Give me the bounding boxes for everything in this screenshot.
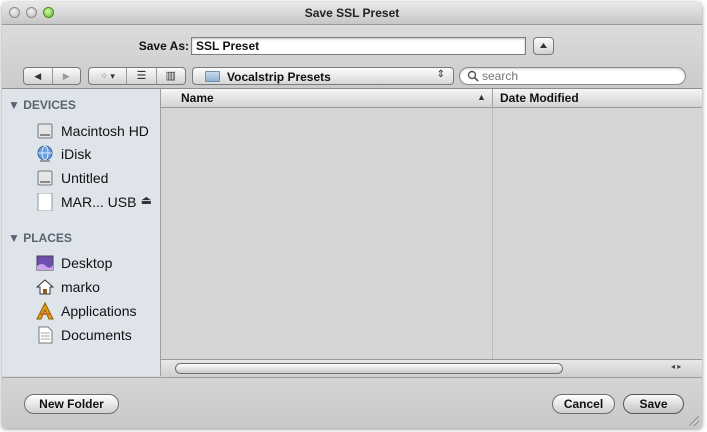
- file-browser[interactable]: Name ▲ Date Modified ◂ ▸: [161, 89, 702, 377]
- applications-icon: [36, 302, 54, 320]
- sidebar-item-label: MAR... USB: [61, 194, 137, 210]
- scrollbar-thumb[interactable]: [175, 363, 563, 374]
- eject-icon[interactable]: ⏏: [141, 193, 152, 207]
- sidebar-item-untitled[interactable]: Untitled: [36, 168, 160, 188]
- sidebar-item-macintosh-hd[interactable]: Macintosh HD: [36, 121, 160, 141]
- list-view-button[interactable]: ☰: [127, 68, 157, 84]
- search-icon: [467, 70, 479, 82]
- date-modified-column-header[interactable]: Date Modified: [500, 91, 579, 105]
- icon-view-button[interactable]: ⁘ ▾: [89, 68, 128, 84]
- search-input[interactable]: [482, 69, 672, 83]
- save-as-field[interactable]: SSL Preset: [191, 37, 526, 55]
- back-forward-buttons: ◀ ▶: [23, 67, 81, 85]
- sort-ascending-icon: ▲: [477, 92, 486, 102]
- column-header: Name ▲ Date Modified: [161, 89, 702, 108]
- sidebar-item-label: Untitled: [61, 170, 109, 186]
- disclosure-up-arrow-icon: [540, 43, 547, 48]
- save-toolbar: Save As: SSL Preset ◀ ▶ ⁘ ▾ ☰ ▥ Vocalstr…: [2, 25, 702, 89]
- desktop-icon: [36, 255, 54, 271]
- back-button[interactable]: ◀: [24, 68, 53, 84]
- sidebar-item-label: Desktop: [61, 255, 113, 271]
- hard-drive-icon: [37, 170, 53, 186]
- resize-grip-icon[interactable]: [689, 416, 699, 426]
- new-folder-button[interactable]: New Folder: [24, 394, 119, 414]
- collapse-dialog-button[interactable]: [533, 37, 554, 55]
- column-view-button[interactable]: ▥: [157, 68, 185, 84]
- title-bar[interactable]: Save SSL Preset: [2, 2, 702, 25]
- name-column-header[interactable]: Name: [181, 91, 214, 105]
- cancel-button[interactable]: Cancel: [552, 394, 615, 414]
- sidebar-item-label: Applications: [61, 303, 137, 319]
- search-field[interactable]: [459, 67, 686, 85]
- column-divider[interactable]: [492, 89, 493, 107]
- usb-drive-icon: [37, 193, 53, 211]
- sidebar-item-label: iDisk: [61, 146, 92, 162]
- sidebar-item-marko[interactable]: marko: [36, 277, 160, 297]
- column-divider-line: [492, 107, 493, 359]
- location-popup[interactable]: Vocalstrip Presets ⇕: [192, 67, 454, 85]
- window-title: Save SSL Preset: [304, 6, 400, 20]
- bottom-bar: New Folder Cancel Save: [2, 377, 702, 428]
- documents-icon: [38, 326, 53, 344]
- sidebar-item-label: Macintosh HD: [61, 123, 149, 139]
- save-as-label: Save As:: [138, 39, 189, 53]
- hard-drive-icon: [37, 123, 53, 139]
- scroll-arrows-icon[interactable]: ◂ ▸: [671, 362, 681, 371]
- sidebar: ▼ DEVICES Macintosh HD iDisk Untitled MA…: [2, 89, 161, 376]
- sidebar-item-label: marko: [61, 279, 100, 295]
- sidebar-item-label: Documents: [61, 327, 132, 343]
- places-header[interactable]: ▼ PLACES: [8, 231, 72, 245]
- devices-header[interactable]: ▼ DEVICES: [8, 98, 76, 112]
- sidebar-item-documents[interactable]: Documents: [36, 325, 160, 345]
- sidebar-item-usb[interactable]: MAR... USB ⏏: [36, 192, 160, 212]
- save-dialog: Save SSL Preset Save As: SSL Preset ◀ ▶ …: [2, 2, 702, 428]
- sidebar-item-applications[interactable]: Applications: [36, 301, 160, 321]
- popup-arrows-icon: ⇕: [436, 69, 445, 80]
- save-button[interactable]: Save: [623, 394, 684, 414]
- folder-icon: [205, 71, 220, 82]
- idisk-globe-icon: [37, 145, 53, 162]
- location-label: Vocalstrip Presets: [227, 70, 331, 84]
- forward-button[interactable]: ▶: [53, 68, 81, 84]
- sidebar-item-idisk[interactable]: iDisk: [36, 144, 160, 164]
- horizontal-scrollbar[interactable]: ◂ ▸: [161, 359, 702, 377]
- view-mode-buttons: ⁘ ▾ ☰ ▥: [88, 67, 186, 85]
- home-icon: [36, 279, 54, 295]
- sidebar-item-desktop[interactable]: Desktop: [36, 253, 160, 273]
